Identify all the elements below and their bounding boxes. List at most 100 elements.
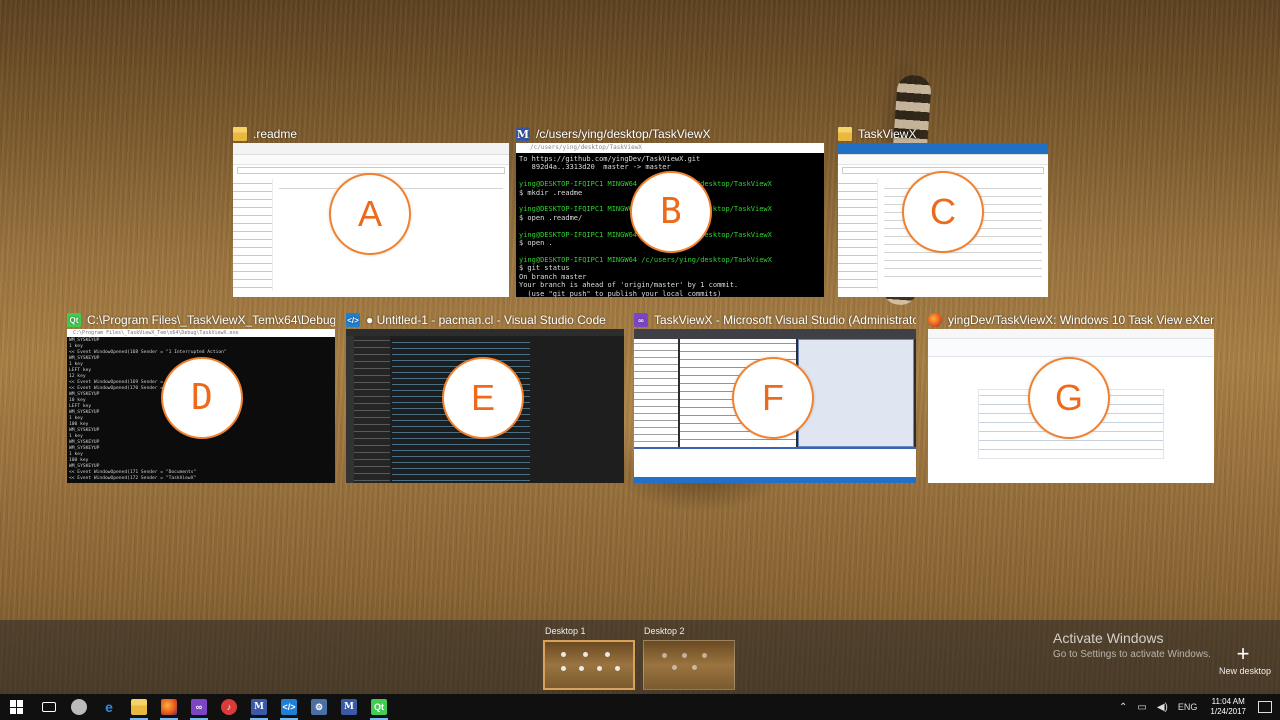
taskbar-netease-music[interactable]: ♪ bbox=[214, 694, 244, 720]
window-dot bbox=[583, 652, 588, 657]
browser-toolbar bbox=[928, 329, 1214, 339]
window-d-thumbnail[interactable]: C:\Program Files\_TaskViewX_Tem\x64\Debu… bbox=[67, 329, 335, 483]
window-c-letter-badge: C bbox=[902, 171, 984, 253]
letter-a: A bbox=[357, 193, 382, 234]
vs-solution-explorer bbox=[634, 339, 678, 447]
vs-statusbar bbox=[634, 477, 916, 483]
folder-icon bbox=[131, 699, 147, 715]
window-e-letter-badge: E bbox=[442, 357, 524, 439]
vscode-icon: </> bbox=[281, 699, 297, 715]
taskbar-firefox[interactable] bbox=[154, 694, 184, 720]
window-dot bbox=[692, 665, 697, 670]
window-c[interactable]: TaskViewX C bbox=[838, 126, 1048, 298]
vscode-explorer bbox=[354, 336, 390, 483]
terminal-line: Your branch is ahead of 'origin/master' … bbox=[519, 281, 739, 290]
window-a-title[interactable]: .readme bbox=[233, 126, 509, 142]
window-b-title-text: /c/users/ying/desktop/TaskViewX bbox=[536, 127, 711, 141]
github-header bbox=[928, 339, 1214, 357]
taskbar-msys-2[interactable]: M bbox=[334, 694, 364, 720]
desktop-2-thumbnail[interactable] bbox=[643, 640, 735, 690]
console-line: << Event WindowOpened(172 Sender = "Task… bbox=[69, 476, 197, 481]
window-dot bbox=[615, 666, 620, 671]
window-dot bbox=[579, 666, 584, 671]
system-tray: ⌃ ▭ ◀) ENG 11:04 AM 1/24/2017 bbox=[1114, 694, 1280, 720]
window-f-thumbnail[interactable]: F bbox=[634, 329, 916, 483]
letter-d: D bbox=[191, 377, 213, 418]
taskbar-qt[interactable]: Qt bbox=[364, 694, 394, 720]
window-e[interactable]: </> ● Untitled-1 - pacman.cl - Visual St… bbox=[346, 312, 624, 484]
edge-icon: e bbox=[105, 699, 113, 715]
new-desktop-button[interactable]: + New desktop bbox=[1219, 643, 1272, 677]
window-a-thumbnail[interactable]: A bbox=[233, 143, 509, 297]
window-a-title-text: .readme bbox=[253, 127, 298, 141]
explorer-ribbon bbox=[233, 143, 509, 155]
letter-g: G bbox=[1054, 377, 1083, 418]
window-dot bbox=[605, 652, 610, 657]
window-g[interactable]: yingDev/TaskViewX: Windows 10 Task View … bbox=[928, 312, 1214, 484]
window-b-thumbnail[interactable]: /c/users/ying/desktop/TaskViewX To https… bbox=[516, 143, 824, 297]
desktop-2-label: Desktop 2 bbox=[644, 626, 685, 636]
window-e-thumbnail[interactable]: E bbox=[346, 329, 624, 483]
language-indicator[interactable]: ENG bbox=[1178, 702, 1198, 712]
chevron-up-icon[interactable]: ⌃ bbox=[1119, 702, 1127, 713]
visual-studio-icon: ∞ bbox=[191, 699, 207, 715]
window-e-title[interactable]: </> ● Untitled-1 - pacman.cl - Visual St… bbox=[346, 312, 624, 328]
window-c-title[interactable]: TaskViewX bbox=[838, 126, 1048, 142]
clock-date: 1/24/2017 bbox=[1210, 707, 1246, 716]
terminal-line: (use "git push" to publish your local co… bbox=[519, 289, 722, 298]
terminal-line: ying@DESKTOP-IFQIPC1 MINGW64 /c/users/yi… bbox=[519, 255, 772, 264]
github-readme bbox=[978, 461, 1164, 483]
letter-f: F bbox=[762, 377, 784, 418]
window-dot bbox=[672, 665, 677, 670]
activate-windows-subtitle: Go to Settings to activate Windows. bbox=[1053, 649, 1211, 660]
vscode-icon: </> bbox=[346, 313, 360, 327]
window-a[interactable]: .readme A bbox=[233, 126, 509, 298]
window-dot bbox=[597, 666, 602, 671]
volume-icon[interactable]: ◀) bbox=[1157, 702, 1168, 713]
console-titlebar: C:\Program Files\_TaskViewX_Tem\x64\Debu… bbox=[67, 329, 335, 337]
visual-studio-icon: ∞ bbox=[634, 313, 648, 327]
letter-e: E bbox=[470, 377, 495, 418]
activate-windows-title: Activate Windows bbox=[1053, 630, 1164, 646]
desktop-1-thumbnail[interactable] bbox=[543, 640, 635, 690]
window-d[interactable]: Qt C:\Program Files\_TaskViewX_Tem\x64\D… bbox=[67, 312, 335, 484]
window-g-letter-badge: G bbox=[1028, 357, 1110, 439]
window-c-thumbnail[interactable]: C bbox=[838, 143, 1048, 297]
vs-menubar bbox=[634, 329, 916, 339]
window-d-title[interactable]: Qt C:\Program Files\_TaskViewX_Tem\x64\D… bbox=[67, 312, 335, 328]
terminal-line: $ git status bbox=[519, 264, 570, 273]
explorer-ribbon bbox=[838, 143, 1048, 155]
window-f-letter-badge: F bbox=[732, 357, 814, 439]
msys-icon: M bbox=[251, 699, 267, 715]
window-dot bbox=[682, 653, 687, 658]
taskbar-explorer[interactable] bbox=[124, 694, 154, 720]
clock[interactable]: 11:04 AM 1/24/2017 bbox=[1210, 697, 1246, 717]
taskbar-start-button[interactable] bbox=[0, 694, 34, 720]
window-g-title-text: yingDev/TaskViewX: Windows 10 Task View … bbox=[948, 313, 1214, 327]
taskbar-tool[interactable]: ⚙ bbox=[304, 694, 334, 720]
task-view-icon bbox=[42, 702, 56, 712]
window-f-title[interactable]: ∞ TaskViewX - Microsoft Visual Studio (A… bbox=[634, 312, 916, 328]
action-center-icon[interactable] bbox=[1258, 701, 1272, 713]
window-g-thumbnail[interactable]: G bbox=[928, 329, 1214, 483]
windows-icon bbox=[10, 700, 24, 714]
window-g-title[interactable]: yingDev/TaskViewX: Windows 10 Task View … bbox=[928, 312, 1214, 328]
terminal-line: To https://github.com/yingDev/TaskViewX.… bbox=[519, 155, 701, 163]
msys-icon: M bbox=[341, 699, 357, 715]
taskbar-edge[interactable]: e bbox=[94, 694, 124, 720]
taskbar-visual-studio[interactable]: ∞ bbox=[184, 694, 214, 720]
window-b-title[interactable]: M /c/users/ying/desktop/TaskViewX bbox=[516, 126, 824, 142]
window-d-title-text: C:\Program Files\_TaskViewX_Tem\x64\Debu… bbox=[87, 313, 335, 327]
taskbar-msys[interactable]: M bbox=[244, 694, 274, 720]
network-icon[interactable]: ▭ bbox=[1137, 702, 1146, 713]
window-b[interactable]: M /c/users/ying/desktop/TaskViewX /c/use… bbox=[516, 126, 824, 298]
window-f-title-text: TaskViewX - Microsoft Visual Studio (Adm… bbox=[654, 313, 916, 327]
window-b-letter-badge: B bbox=[630, 171, 712, 253]
taskbar-taskview-button[interactable] bbox=[34, 694, 64, 720]
window-dot bbox=[561, 666, 566, 671]
terminal-titlebar: /c/users/ying/desktop/TaskViewX bbox=[516, 143, 824, 153]
new-desktop-label: New desktop bbox=[1219, 666, 1272, 676]
taskbar-vscode[interactable]: </> bbox=[274, 694, 304, 720]
window-f[interactable]: ∞ TaskViewX - Microsoft Visual Studio (A… bbox=[634, 312, 916, 484]
taskbar-cheetah-app[interactable] bbox=[64, 694, 94, 720]
